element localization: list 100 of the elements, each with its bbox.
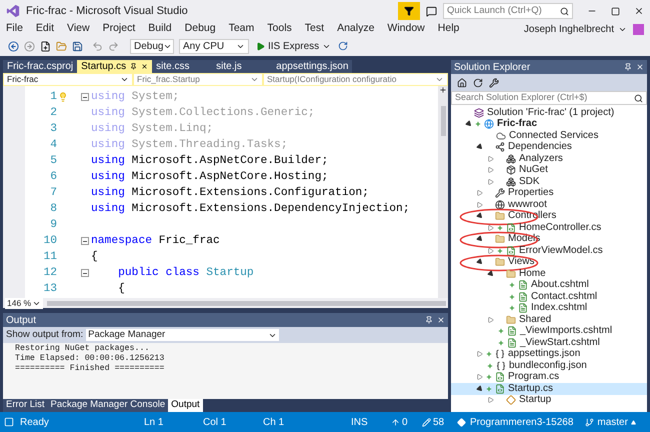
collapsed-arrow-icon[interactable] [488,178,494,185]
collapsed-arrow-icon[interactable] [488,156,494,162]
panel-tab[interactable]: Error List [3,399,48,412]
pending-count[interactable]: 0 [402,414,422,430]
collapsed-arrow-icon[interactable] [488,224,494,231]
panel-tab[interactable]: Output [168,399,203,412]
tree-item[interactable]: SDK [451,176,647,188]
tree-item[interactable]: HomeController.cs [451,222,647,234]
menu-item[interactable]: Analyze [337,21,374,37]
collapse-toggle[interactable] [81,269,89,277]
tree-item[interactable]: Shared [451,314,647,326]
pin-icon[interactable] [425,316,433,324]
menu-item[interactable]: Test [304,21,324,37]
tree-item[interactable]: _ViewImports.cshtml [451,326,647,337]
menu-item[interactable]: Debug [184,21,216,37]
collapse-toggle[interactable] [81,93,89,101]
repository-icon[interactable] [457,418,466,426]
changes-count[interactable]: 58 [433,414,457,430]
menu-item[interactable]: Team [228,21,254,37]
pin-icon[interactable] [624,63,632,71]
tree-item[interactable]: bundleconfig.json [451,360,647,372]
tree-item[interactable]: Program.cs [451,372,647,383]
save-icon[interactable] [72,40,83,52]
configuration-dropdown[interactable]: Debug [130,38,174,54]
tree-item[interactable]: About.cshtml [451,280,647,291]
menu-item[interactable]: File [6,21,23,37]
collapsed-arrow-icon[interactable] [488,316,494,323]
menu-item[interactable]: Tools [267,21,292,37]
feedback-icon[interactable] [426,6,437,16]
collapsed-arrow-icon[interactable] [477,202,483,208]
editor-tab[interactable]: site.js [212,60,272,73]
platform-dropdown[interactable]: Any CPU [179,38,249,54]
navigation-dropdown[interactable]: Startup(IConfiguration configuratio [264,74,447,85]
tree-item[interactable]: Fric-frac [451,118,647,130]
navigation-dropdown[interactable]: Fric-frac [4,74,132,85]
tree-item[interactable]: Analyzers [451,153,647,164]
menu-item[interactable]: Help [438,21,460,37]
home-icon[interactable] [457,78,467,88]
horizontal-scrollbar[interactable] [47,300,446,306]
editor-tab[interactable]: appsettings.json [272,60,352,73]
editor-tab[interactable]: Fric-frac.csproj [3,60,78,73]
panel-tab[interactable]: Package Manager Console [48,399,168,412]
tree-item[interactable]: Startup [451,394,647,406]
collapsed-arrow-icon[interactable] [477,351,483,358]
tree-item[interactable]: Properties [451,188,647,199]
tree-item[interactable]: ErrorViewModel.cs [451,245,647,256]
tree-item[interactable]: Dependencies [451,142,647,153]
expanded-arrow-icon[interactable] [486,270,496,278]
expanded-arrow-icon[interactable] [476,258,484,266]
scrollbar-thumb[interactable] [440,106,446,136]
run-button[interactable]: IIS Express [254,38,334,54]
tree-item[interactable]: Solution 'Fric-frac' (1 project) [451,107,647,118]
quick-launch-field[interactable]: Quick Launch (Ctrl+Q) [443,3,573,19]
refresh-icon[interactable] [338,41,348,51]
split-icon[interactable] [439,86,447,94]
user-name[interactable]: Joseph Inghelbrecht [524,22,614,36]
collapsed-arrow-icon[interactable] [488,248,494,254]
new-file-icon[interactable] [40,40,51,52]
close-icon[interactable] [634,6,644,16]
branch-icon[interactable] [585,418,594,426]
tree-item[interactable]: wwwroot [451,199,647,210]
tree-item[interactable]: Startup.cs [451,383,647,394]
open-folder-icon[interactable] [56,40,67,52]
refresh-icon[interactable] [473,78,483,88]
collapsed-arrow-icon[interactable] [477,190,483,196]
menu-item[interactable]: View [67,21,90,37]
push-icon[interactable] [391,418,400,426]
properties-icon[interactable] [489,78,499,88]
tree-item[interactable]: Index.cshtml [451,302,647,314]
back-icon[interactable] [8,40,19,52]
branch-name[interactable]: master [597,414,628,430]
menu-item[interactable]: Build [148,21,172,37]
tree-item[interactable]: Views [451,256,647,268]
pin-icon[interactable] [130,63,138,70]
expanded-arrow-icon[interactable] [476,235,484,244]
tree-item[interactable]: appsettings.json [451,348,647,360]
tree-item[interactable]: Contact.cshtml [451,291,647,302]
maximize-icon[interactable] [611,6,620,16]
tree-item[interactable]: Connected Services [451,130,647,142]
output-source-dropdown[interactable]: Package Manager [86,329,280,341]
expanded-arrow-icon[interactable] [476,143,484,152]
repository-name[interactable]: Programmeren3-15268 [470,414,574,430]
search-field[interactable]: Search Solution Explorer (Ctrl+$) [451,91,647,105]
expanded-arrow-icon[interactable] [476,212,484,220]
editor-tab[interactable]: site.css [152,60,212,73]
collapsed-arrow-icon[interactable] [488,397,494,404]
tree-item[interactable]: _ViewStart.cshtml [451,337,647,348]
collapsed-arrow-icon[interactable] [488,167,494,174]
menu-item[interactable]: Project [102,21,136,37]
close-icon[interactable] [141,63,148,70]
tree-item[interactable]: Home [451,268,647,280]
collapsed-arrow-icon[interactable] [477,374,483,380]
collapse-toggle[interactable] [81,237,89,245]
avatar[interactable] [633,24,644,34]
editor-tab[interactable]: Startup.cs [77,60,152,73]
navigation-dropdown[interactable]: Fric_frac.Startup [134,74,262,85]
menu-item[interactable]: Window [387,21,425,37]
expanded-arrow-icon[interactable] [464,120,474,128]
expanded-arrow-icon[interactable] [476,384,484,393]
tree-item[interactable]: NuGet [451,164,647,176]
